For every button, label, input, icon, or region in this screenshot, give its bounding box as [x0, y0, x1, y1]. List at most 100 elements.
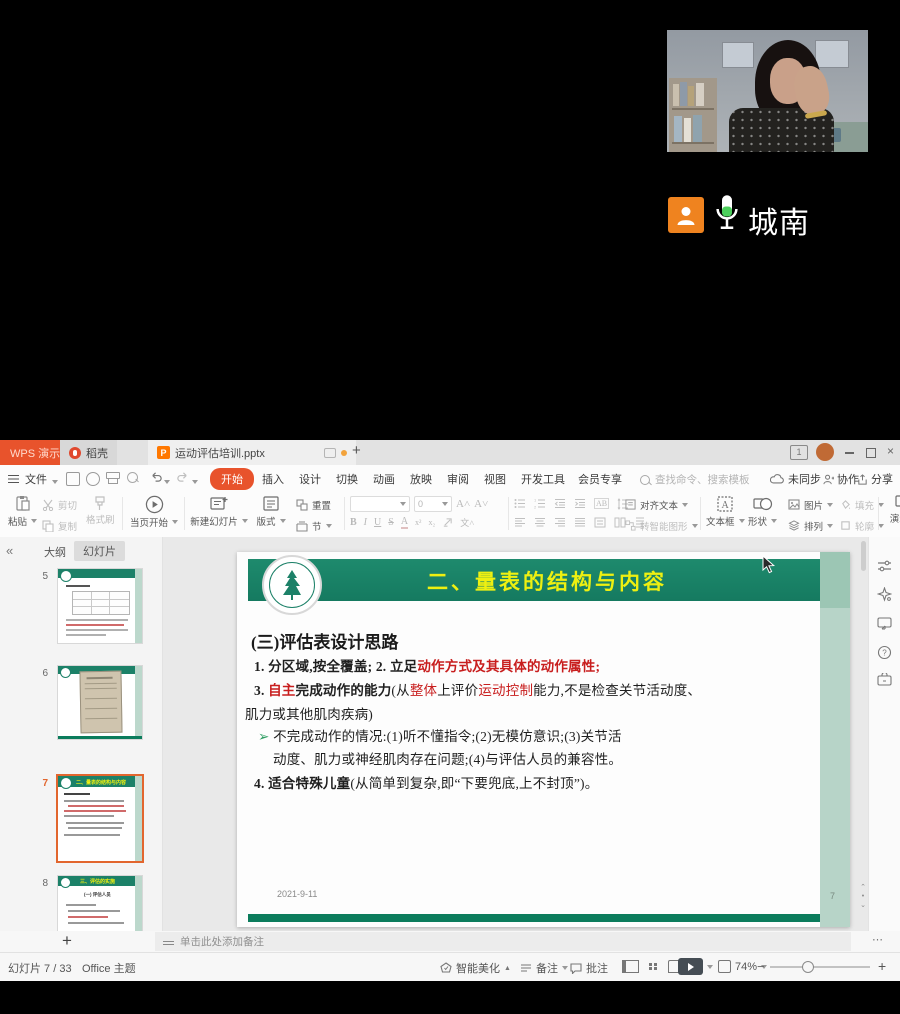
- align-text-button[interactable]: 对齐文本: [625, 497, 698, 512]
- help-icon[interactable]: ?: [877, 645, 892, 665]
- phonetic-icon[interactable]: 文˄: [460, 516, 474, 529]
- redo-icon[interactable]: [176, 470, 189, 486]
- strikethrough-icon[interactable]: S: [388, 517, 394, 528]
- new-slide-button[interactable]: 新建幻灯片: [190, 495, 248, 528]
- slide-thumbnail-5[interactable]: [58, 569, 142, 643]
- font-family-select[interactable]: [350, 496, 410, 512]
- collapse-panel-button[interactable]: «: [6, 543, 13, 558]
- print-preview-icon[interactable]: [127, 472, 138, 483]
- font-color-icon[interactable]: A: [401, 516, 408, 529]
- undo-icon[interactable]: [150, 470, 163, 486]
- close-button[interactable]: ×: [887, 444, 894, 458]
- play-slideshow-button[interactable]: [678, 958, 713, 975]
- menu-tab-view[interactable]: 视图: [484, 471, 506, 487]
- tab-docer[interactable]: 稻壳: [60, 440, 117, 465]
- new-tab-button[interactable]: +: [352, 442, 361, 459]
- arrange-button[interactable]: 排列: [788, 518, 833, 533]
- bullets-icon[interactable]: [514, 498, 526, 509]
- slide-canvas[interactable]: 二、量表的结构与内容 (三)评估表设计思路 1. 分区域,按全覆盖; 2. 立足…: [162, 537, 868, 931]
- justify-icon[interactable]: [574, 517, 586, 528]
- comments-button[interactable]: 批注: [570, 960, 608, 976]
- zoom-slider-handle[interactable]: [802, 961, 814, 973]
- menu-tab-design[interactable]: 设计: [299, 471, 321, 487]
- align-right-icon[interactable]: [554, 517, 566, 528]
- play-from-current-button[interactable]: 当页开始: [128, 495, 180, 529]
- subscript-icon[interactable]: x₂: [428, 518, 435, 527]
- shapes-button[interactable]: 形状: [748, 495, 777, 528]
- distribute-icon[interactable]: [594, 517, 606, 528]
- notes-input[interactable]: 单击此处添加备注: [155, 932, 851, 951]
- prev-next-slide-buttons[interactable]: ⌃•⌄: [858, 883, 868, 910]
- superscript-icon[interactable]: x²: [415, 518, 421, 527]
- shrink-font-icon[interactable]: A˅: [474, 498, 488, 510]
- slide-thumbnail-6[interactable]: [58, 666, 142, 739]
- slide-thumbnail-8[interactable]: 三、评估的实施 (一) 评估人员: [58, 876, 142, 931]
- italic-icon[interactable]: I: [364, 517, 367, 528]
- grow-font-icon[interactable]: A˄: [456, 498, 470, 510]
- command-search[interactable]: 查找命令、搜索模板: [640, 472, 750, 487]
- section-button[interactable]: 节: [296, 518, 332, 533]
- format-painter-button[interactable]: 格式刷: [86, 495, 115, 526]
- tab-outline[interactable]: 大纲: [44, 544, 66, 560]
- reset-button[interactable]: 重置: [296, 497, 332, 512]
- properties-icon[interactable]: [877, 559, 892, 577]
- cut-button[interactable]: 剪切: [42, 497, 77, 512]
- menu-tab-review[interactable]: 审阅: [447, 471, 469, 487]
- cloud-sync-button[interactable]: 未同步: [770, 471, 821, 487]
- tab-document[interactable]: P 运动评估培训.pptx: [148, 440, 356, 465]
- more-menu-icon[interactable]: ⋮: [884, 471, 895, 484]
- menu-tab-slideshow[interactable]: 放映: [410, 471, 432, 487]
- zoom-out-button[interactable]: −: [757, 959, 765, 974]
- menu-tab-insert[interactable]: 插入: [262, 471, 284, 487]
- tab-slides[interactable]: 幻灯片: [74, 541, 125, 561]
- font-size-select[interactable]: 0: [414, 496, 452, 512]
- account-avatar[interactable]: [816, 443, 834, 461]
- align-center-icon[interactable]: [534, 517, 546, 528]
- picture-button[interactable]: 图片: [788, 497, 833, 512]
- copy-button[interactable]: 复制: [42, 518, 77, 533]
- undo-dropdown-icon[interactable]: [164, 475, 170, 487]
- to-smartart-button[interactable]: 转智能图形: [625, 518, 698, 533]
- normal-view-icon[interactable]: [622, 960, 639, 973]
- text-box-button[interactable]: A 文本框: [706, 495, 745, 528]
- window-preview-button[interactable]: 1: [790, 445, 808, 460]
- collaborate-button[interactable]: 协作: [823, 471, 859, 487]
- menu-tab-transition[interactable]: 切换: [336, 471, 358, 487]
- ai-assistant-icon[interactable]: [877, 587, 892, 607]
- present-tools-button[interactable]: 演示工: [884, 495, 900, 525]
- phone-cast-icon[interactable]: [877, 617, 892, 635]
- hamburger-icon[interactable]: [8, 473, 19, 476]
- increase-indent-icon[interactable]: [574, 498, 586, 509]
- menu-tab-home[interactable]: 开始: [210, 468, 254, 490]
- text-direction-icon[interactable]: AB: [594, 498, 609, 509]
- print-icon[interactable]: [106, 472, 120, 484]
- toolbar-dropdown-icon[interactable]: [192, 475, 198, 487]
- save-icon[interactable]: [66, 472, 80, 486]
- restore-button[interactable]: [866, 448, 876, 458]
- menu-file[interactable]: 文件: [25, 471, 47, 487]
- layout-button[interactable]: 版式: [252, 495, 290, 528]
- sorter-view-icon[interactable]: [647, 961, 660, 973]
- notes-toggle-button[interactable]: 备注: [520, 960, 568, 976]
- underline-icon[interactable]: U: [374, 517, 381, 528]
- zoom-slider-track[interactable]: [770, 966, 870, 968]
- minimize-button[interactable]: [845, 452, 854, 454]
- menu-tab-devtools[interactable]: 开发工具: [521, 471, 565, 487]
- slide-editor[interactable]: 二、量表的结构与内容 (三)评估表设计思路 1. 分区域,按全覆盖; 2. 立足…: [237, 552, 850, 927]
- paste-button[interactable]: 粘贴: [8, 495, 37, 528]
- menu-tab-animation[interactable]: 动画: [373, 471, 395, 487]
- menu-tab-member[interactable]: 会员专享: [578, 471, 622, 487]
- beautify-button[interactable]: 智能美化 ▲: [440, 960, 511, 976]
- vertical-scrollbar[interactable]: [861, 541, 866, 571]
- bold-icon[interactable]: B: [350, 517, 357, 528]
- clear-format-icon[interactable]: [442, 517, 453, 528]
- toolbox-icon[interactable]: [877, 673, 892, 691]
- decrease-indent-icon[interactable]: [554, 498, 566, 509]
- add-slide-button[interactable]: +: [62, 931, 72, 951]
- more-tools-icon[interactable]: ⋯: [872, 933, 884, 946]
- slide-thumbnail-7[interactable]: 二、量表的结构与内容: [58, 776, 142, 861]
- export-icon[interactable]: [86, 472, 100, 486]
- numbering-icon[interactable]: 12: [534, 498, 546, 509]
- align-left-icon[interactable]: [514, 517, 526, 528]
- zoom-in-button[interactable]: +: [878, 958, 886, 974]
